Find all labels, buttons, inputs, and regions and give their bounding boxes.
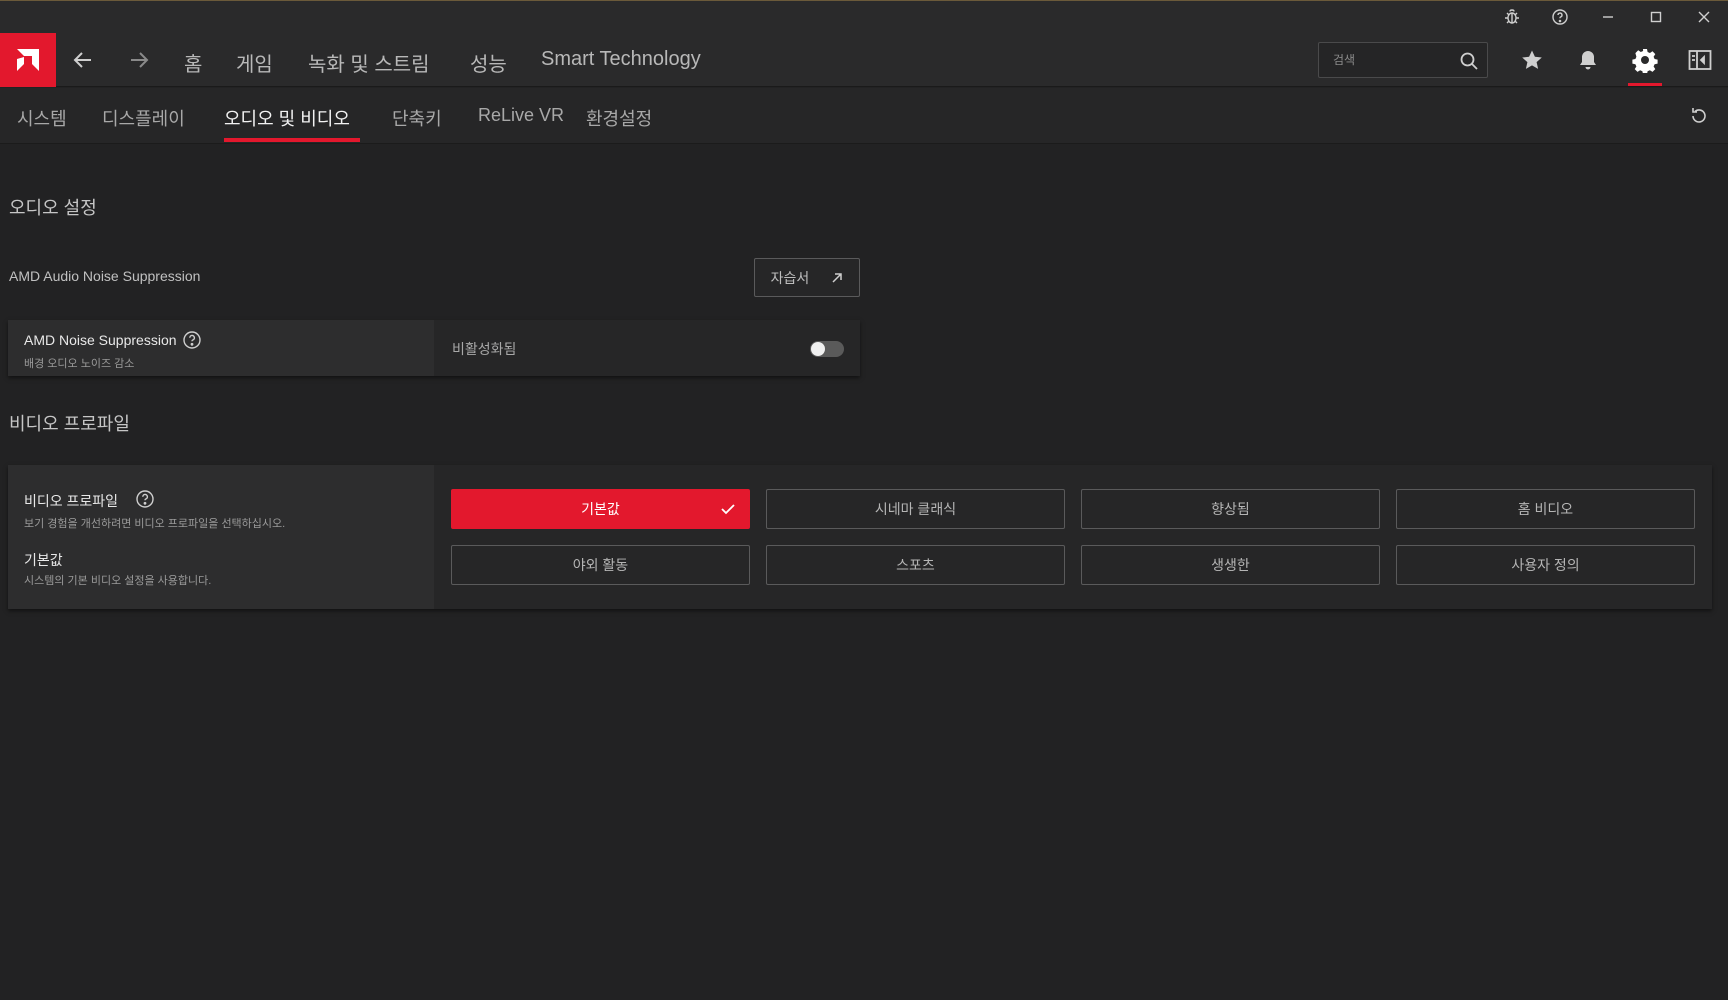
profile-enhanced-button[interactable]: 향상됨	[1081, 489, 1380, 529]
tab-display[interactable]: 디스플레이	[102, 105, 185, 131]
nav-smart-technology[interactable]: Smart Technology	[541, 48, 701, 71]
tutorial-button-label: 자습서	[770, 269, 810, 286]
profile-default-button[interactable]: 기본값	[451, 489, 750, 529]
profile-label: 생생한	[1211, 557, 1250, 573]
settings-tabs: 시스템 디스플레이 오디오 및 비디오 단축키 ReLive VR 환경설정	[0, 88, 1728, 144]
close-icon[interactable]	[1689, 5, 1719, 29]
profile-label: 홈 비디오	[1517, 501, 1574, 517]
noise-suppression-panel	[8, 320, 860, 376]
profile-label: 스포츠	[896, 557, 935, 573]
profile-label: 향상됨	[1211, 501, 1250, 517]
nav-home[interactable]: 홈	[184, 48, 202, 77]
profile-sports-button[interactable]: 스포츠	[766, 545, 1065, 585]
favorites-star-icon[interactable]	[1515, 43, 1549, 77]
tab-relive-vr[interactable]: ReLive VR	[478, 105, 564, 126]
reset-icon[interactable]	[1684, 102, 1714, 130]
toggle-knob	[811, 342, 825, 356]
profile-label: 야외 활동	[572, 557, 629, 573]
top-navigation: 홈 게임 녹화 및 스트림 성능 Smart Technology	[0, 33, 1728, 87]
forward-arrow-icon[interactable]	[124, 46, 154, 74]
amd-software-window: 홈 게임 녹화 및 스트림 성능 Smart Technology 검색 시스템…	[0, 0, 1728, 1000]
nav-gaming[interactable]: 게임	[236, 48, 273, 77]
amd-logo[interactable]	[0, 33, 56, 87]
noise-suppression-title: AMD Noise Suppression	[24, 332, 177, 348]
profile-home-video-button[interactable]: 홈 비디오	[1396, 489, 1695, 529]
search-input[interactable]	[1333, 51, 1453, 69]
tab-hotkeys[interactable]: 단축키	[392, 105, 442, 131]
back-arrow-icon[interactable]	[68, 46, 98, 74]
profile-label: 사용자 정의	[1511, 557, 1580, 573]
external-link-icon	[832, 272, 843, 283]
video-section-title: 비디오 프로파일	[9, 414, 130, 434]
profile-cinema-classic-button[interactable]: 시네마 클래식	[766, 489, 1065, 529]
noise-help-icon[interactable]	[182, 330, 202, 350]
nav-record-stream[interactable]: 녹화 및 스트림	[308, 48, 430, 77]
profile-outdoor-button[interactable]: 야외 활동	[451, 545, 750, 585]
current-profile-title: 기본값	[24, 552, 63, 568]
tab-audio-video[interactable]: 오디오 및 비디오	[224, 105, 350, 131]
search-icon[interactable]	[1459, 51, 1479, 71]
video-profile-panel	[8, 465, 1712, 609]
tab-preferences[interactable]: 환경설정	[586, 105, 652, 131]
profile-label: 시네마 클래식	[874, 501, 957, 517]
audio-section-title: 오디오 설정	[9, 198, 97, 218]
noise-suppression-desc: 배경 오디오 노이즈 감소	[24, 358, 135, 370]
current-profile-desc: 시스템의 기본 비디오 설정을 사용합니다.	[24, 575, 212, 587]
video-profile-desc: 보기 경험을 개선하려면 비디오 프로파일을 선택하십시오.	[24, 518, 286, 530]
help-icon[interactable]	[1545, 5, 1575, 29]
settings-gear-icon[interactable]	[1628, 43, 1662, 77]
active-tab-indicator	[224, 138, 360, 142]
bug-report-icon[interactable]	[1497, 5, 1527, 29]
noise-suppression-heading: AMD Audio Noise Suppression	[9, 268, 201, 284]
maximize-icon[interactable]	[1641, 5, 1671, 29]
profile-vivid-button[interactable]: 생생한	[1081, 545, 1380, 585]
active-settings-indicator	[1628, 83, 1662, 86]
noise-toggle-state: 비활성화됨	[452, 341, 517, 357]
minimize-icon[interactable]	[1593, 5, 1623, 29]
tab-system[interactable]: 시스템	[17, 105, 67, 131]
video-profile-title: 비디오 프로파일	[24, 493, 119, 509]
nav-performance[interactable]: 성능	[470, 48, 507, 77]
profile-custom-button[interactable]: 사용자 정의	[1396, 545, 1695, 585]
notifications-bell-icon[interactable]	[1571, 43, 1605, 77]
search-box	[1318, 42, 1488, 78]
noise-suppression-toggle[interactable]	[810, 341, 844, 357]
tutorial-button[interactable]: 자습서	[754, 258, 860, 297]
video-help-icon[interactable]	[135, 489, 155, 509]
profile-label: 기본값	[581, 501, 620, 517]
checkmark-icon	[721, 504, 735, 515]
sidebar-panel-icon[interactable]	[1683, 43, 1717, 77]
title-bar	[0, 1, 1728, 33]
